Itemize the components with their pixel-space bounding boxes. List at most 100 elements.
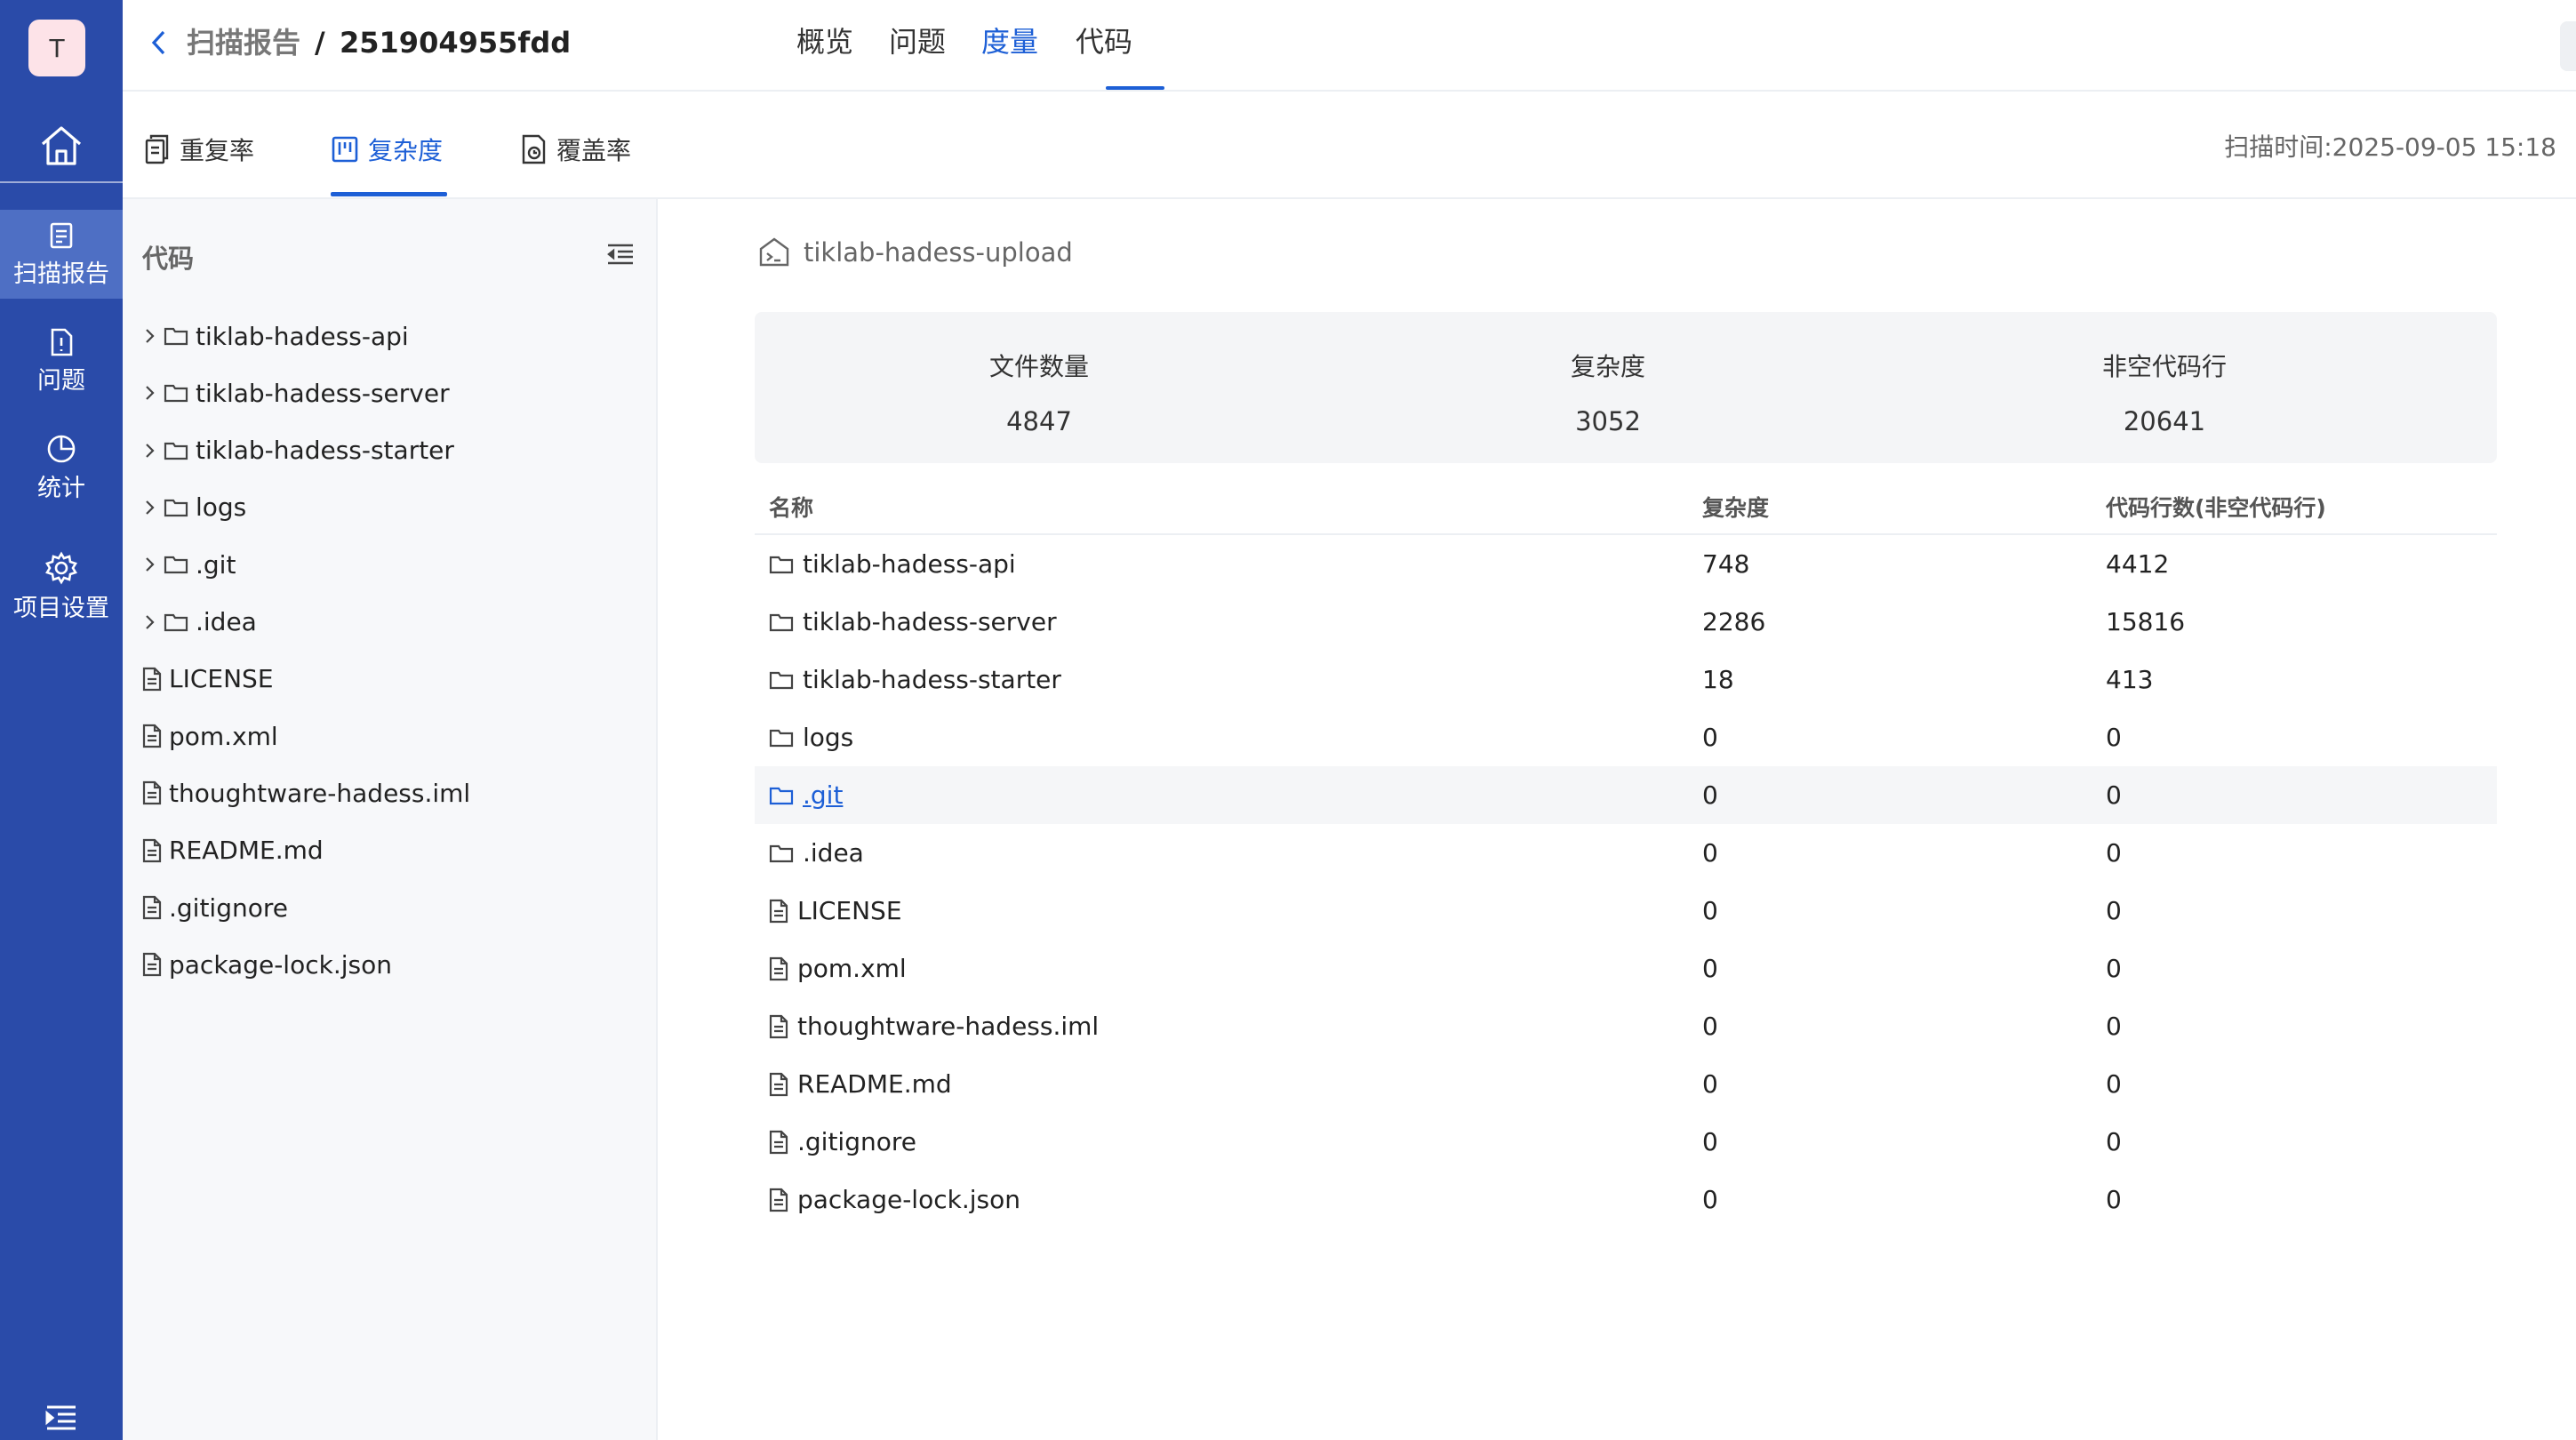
row-name-link[interactable]: tiklab-hadess-server: [803, 607, 1057, 636]
tree-file-item[interactable]: README.md: [142, 829, 324, 872]
row-name-link[interactable]: .gitignore: [797, 1127, 916, 1156]
stat-label: 非空代码行: [2101, 352, 2227, 381]
breadcrumb-parent[interactable]: 扫描报告: [187, 23, 300, 62]
tab-active-indicator: [331, 192, 447, 196]
cell-complexity: 0: [1702, 1069, 1718, 1099]
cell-lines: 413: [2106, 665, 2154, 694]
file-icon: [769, 1072, 788, 1096]
avatar[interactable]: T: [28, 20, 85, 76]
row-name-link[interactable]: LICENSE: [797, 896, 902, 925]
tree-folder-item[interactable]: .git: [142, 543, 236, 586]
table-row[interactable]: tiklab-hadess-server 2286 15816: [755, 593, 2497, 651]
row-name-link[interactable]: logs: [803, 723, 853, 752]
expand-toggle[interactable]: [142, 613, 156, 631]
log-button[interactable]: 日志: [2560, 21, 2576, 71]
chevron-right-icon: [146, 557, 155, 572]
stat-value: 20641: [2123, 406, 2206, 436]
tree-file-item[interactable]: package-lock.json: [142, 943, 392, 986]
tree-file-item[interactable]: pom.xml: [142, 715, 278, 757]
tab-label: 重复率: [180, 136, 255, 165]
file-icon: [769, 1014, 788, 1038]
sidebar-item-statistics[interactable]: 统计: [0, 423, 123, 512]
cell-name: .git: [769, 766, 843, 824]
row-name-link[interactable]: tiklab-hadess-api: [803, 549, 1016, 579]
cell-complexity: 748: [1702, 549, 1750, 579]
file-icon: [142, 838, 162, 862]
tree-folder-item[interactable]: tiklab-hadess-api: [142, 315, 409, 357]
tree-item-label: .git: [196, 549, 236, 580]
cell-name: LICENSE: [769, 882, 902, 940]
tree-collapse-button[interactable]: [606, 242, 635, 267]
home-button[interactable]: [0, 110, 123, 181]
nav-overview[interactable]: 概览: [796, 21, 853, 62]
tree-title: 代码: [142, 244, 195, 274]
tree-item-label: .idea: [196, 607, 257, 636]
back-button[interactable]: [142, 25, 174, 60]
cell-lines: 0: [2106, 1127, 2122, 1156]
expand-toggle[interactable]: [142, 499, 156, 516]
tree-file-item[interactable]: thoughtware-hadess.iml: [142, 772, 470, 814]
tab-coverage[interactable]: 覆盖率: [519, 130, 631, 169]
tree-file-item[interactable]: .gitignore: [142, 886, 288, 929]
table-row[interactable]: README.md 0 0: [755, 1055, 2497, 1113]
gear-icon: [45, 550, 77, 585]
breadcrumb-separator: /: [315, 26, 325, 60]
table-row[interactable]: .gitignore 0 0: [755, 1113, 2497, 1171]
expand-toggle[interactable]: [142, 327, 156, 345]
nav-code[interactable]: 代码: [1076, 21, 1132, 62]
table-row[interactable]: package-lock.json 0 0: [755, 1171, 2497, 1228]
expand-toggle[interactable]: [142, 556, 156, 573]
row-name-link[interactable]: README.md: [797, 1069, 952, 1099]
nav-issues[interactable]: 问题: [889, 21, 946, 62]
tree-folder-item[interactable]: logs: [142, 486, 246, 529]
row-name-link[interactable]: pom.xml: [797, 954, 907, 983]
table-row[interactable]: logs 0 0: [755, 708, 2497, 766]
expand-toggle[interactable]: [142, 384, 156, 402]
tree-item-label: logs: [196, 492, 247, 523]
tree-folder-item[interactable]: tiklab-hadess-server: [142, 372, 450, 414]
tab-duplication[interactable]: 重复率: [144, 130, 254, 169]
row-name-link[interactable]: .idea: [803, 838, 864, 868]
stat-label: 文件数量: [988, 352, 1089, 381]
nav-metrics[interactable]: 度量: [981, 21, 1038, 62]
top-bar: 扫描报告 / 251904955fdd 概览 问题 度量 代码 日志: [123, 0, 2576, 92]
stat-value: 3052: [1575, 406, 1641, 436]
folder-icon: [769, 671, 794, 689]
project-header: tiklab-hadess-upload: [757, 236, 1073, 268]
table-row[interactable]: thoughtware-hadess.iml 0 0: [755, 997, 2497, 1055]
expand-toggle[interactable]: [142, 442, 156, 460]
table-row[interactable]: .git 0 0: [755, 766, 2497, 824]
summary-stats: 文件数量 4847 复杂度 3052 非空代码行 20641: [755, 312, 2497, 463]
table-row[interactable]: .idea 0 0: [755, 824, 2497, 882]
row-name-link[interactable]: .git: [803, 780, 843, 810]
sidebar-item-project-settings[interactable]: 项目设置: [0, 542, 123, 631]
cell-name: package-lock.json: [769, 1171, 1020, 1228]
sidebar-item-label: 项目设置: [13, 594, 109, 622]
folder-icon: [164, 556, 188, 574]
row-name-link[interactable]: package-lock.json: [797, 1185, 1020, 1214]
chevron-left-icon: [151, 30, 165, 55]
cell-complexity: 18: [1702, 665, 1734, 694]
file-icon: [142, 895, 162, 920]
table-row[interactable]: pom.xml 0 0: [755, 940, 2497, 997]
sidebar-item-scan-report[interactable]: 扫描报告: [0, 210, 123, 299]
sidebar-item-issues[interactable]: 问题: [0, 316, 123, 405]
file-icon: [142, 781, 162, 805]
folder-icon: [769, 729, 794, 747]
tree-file-item[interactable]: LICENSE: [142, 658, 274, 700]
file-icon: [769, 1130, 788, 1154]
rail-collapse-button[interactable]: [0, 1396, 123, 1440]
folder-icon: [164, 327, 188, 346]
table-row[interactable]: tiklab-hadess-api 748 4412: [755, 535, 2497, 593]
tree-item-label: tiklab-hadess-server: [196, 378, 450, 408]
row-name-link[interactable]: tiklab-hadess-starter: [803, 665, 1061, 694]
table-row[interactable]: LICENSE 0 0: [755, 882, 2497, 940]
cell-lines: 0: [2106, 896, 2122, 925]
tree-folder-item[interactable]: tiklab-hadess-starter: [142, 429, 454, 472]
table-row[interactable]: tiklab-hadess-starter 18 413: [755, 651, 2497, 708]
sidebar-item-label: 扫描报告: [13, 260, 109, 288]
row-name-link[interactable]: thoughtware-hadess.iml: [797, 1012, 1099, 1041]
tree-folder-item[interactable]: .idea: [142, 601, 257, 644]
tab-complexity[interactable]: 复杂度: [331, 130, 443, 169]
folder-icon: [164, 442, 188, 460]
